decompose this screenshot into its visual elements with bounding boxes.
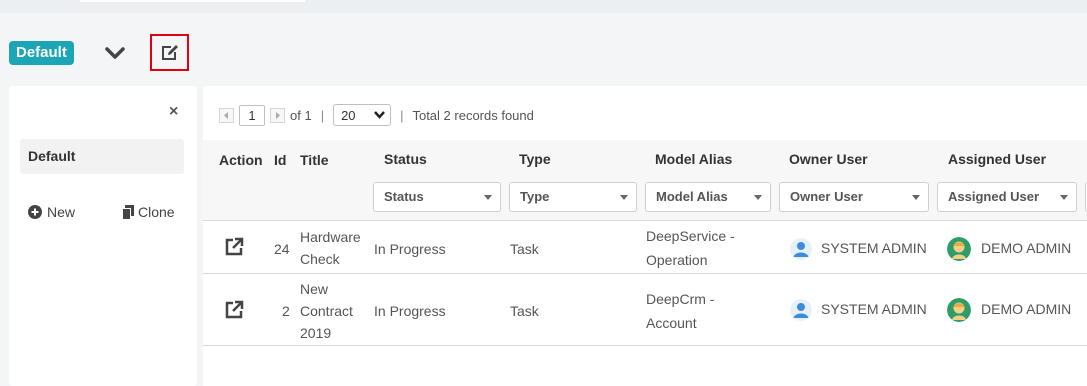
- clone-view-button[interactable]: Clone: [121, 204, 175, 220]
- cell-model-alias-line: DeepService -: [646, 228, 735, 244]
- cell-type: Task: [510, 303, 539, 319]
- grid-panel: 1 of 1 | 20 | Total 2 records found Acti…: [203, 86, 1087, 386]
- edit-icon: [161, 44, 178, 60]
- prev-page-button[interactable]: [219, 107, 234, 123]
- pager-separator: |: [320, 107, 325, 123]
- header-owner-user[interactable]: Owner User: [789, 151, 868, 167]
- sidebar-item-default[interactable]: Default: [20, 139, 184, 174]
- caret-down-icon: [912, 195, 920, 200]
- cell-id: 2: [282, 303, 290, 319]
- cell-type: Task: [510, 241, 539, 257]
- record-count: Total 2 records found: [412, 107, 534, 123]
- open-record-icon[interactable]: [224, 237, 244, 262]
- header-id[interactable]: Id: [274, 152, 286, 168]
- cell-status: In Progress: [374, 303, 446, 319]
- header-type[interactable]: Type: [519, 151, 551, 167]
- caret-right-icon: [276, 111, 280, 119]
- view-dropdown-chevron-icon[interactable]: [104, 44, 126, 62]
- cell-model-alias-line: Account: [646, 315, 697, 331]
- cell-owner: SYSTEM ADMIN: [821, 301, 927, 317]
- avatar: [790, 238, 812, 260]
- caret-down-icon: [484, 195, 492, 200]
- model-alias-filter[interactable]: Model Alias: [645, 182, 771, 212]
- assigned-user-filter[interactable]: Assigned User: [937, 182, 1077, 212]
- table-filter-row: Status Type Model Alias Owner User Assig…: [203, 177, 1087, 221]
- page-size-select[interactable]: 20: [333, 104, 392, 126]
- cell-status: In Progress: [374, 241, 446, 257]
- top-strip: [0, 0, 1087, 13]
- pager: 1 of 1 | 20 | Total 2 records found: [219, 104, 534, 126]
- model-alias-filter-label: Model Alias: [656, 189, 728, 204]
- caret-down-icon: [620, 195, 628, 200]
- header-assigned-user[interactable]: Assigned User: [948, 151, 1046, 167]
- status-filter-label: Status: [384, 189, 424, 204]
- cell-title-line: Check: [300, 251, 340, 267]
- cell-title-line: 2019: [300, 325, 332, 341]
- type-filter[interactable]: Type: [509, 182, 637, 212]
- table-row[interactable]: 24 Hardware Check In Progress Task DeepS…: [203, 222, 1087, 274]
- caret-left-icon: [224, 111, 228, 119]
- header-action: Action: [219, 152, 263, 168]
- open-record-icon[interactable]: [224, 300, 244, 325]
- page-count: of 1: [290, 107, 312, 123]
- status-filter[interactable]: Status: [373, 182, 501, 212]
- top-tab[interactable]: [80, 0, 305, 2]
- clone-view-label: Clone: [138, 204, 175, 220]
- header-status[interactable]: Status: [384, 151, 427, 167]
- avatar: [947, 237, 971, 261]
- table-header-row: Action Id Title Status Type Model Alias …: [203, 140, 1087, 177]
- owner-user-filter-label: Owner User: [790, 189, 863, 204]
- owner-user-filter[interactable]: Owner User: [779, 182, 929, 212]
- chevron-down-icon: [374, 111, 386, 119]
- new-view-button[interactable]: New: [28, 204, 75, 220]
- cell-owner: SYSTEM ADMIN: [821, 240, 927, 256]
- new-view-label: New: [47, 204, 76, 220]
- avatar: [947, 298, 971, 322]
- edit-view-button[interactable]: [150, 34, 189, 71]
- caret-down-icon: [754, 195, 762, 200]
- cell-title-line: Contract: [300, 303, 353, 319]
- avatar: [790, 299, 812, 321]
- table-row[interactable]: 2 New Contract 2019 In Progress Task Dee…: [203, 274, 1087, 346]
- current-view-badge[interactable]: Default: [9, 41, 74, 65]
- cell-assigned: DEMO ADMIN: [981, 240, 1072, 256]
- pager-separator: |: [400, 107, 404, 123]
- cell-assigned: DEMO ADMIN: [981, 301, 1072, 317]
- next-page-button[interactable]: [270, 107, 285, 123]
- views-sidebar: × Default New Clone: [9, 86, 197, 386]
- cell-model-alias-line: DeepCrm -: [646, 291, 715, 307]
- page-size-value: 20: [341, 107, 356, 123]
- header-model-alias[interactable]: Model Alias: [655, 151, 732, 167]
- cell-model-alias-line: Operation: [646, 252, 708, 268]
- header-title[interactable]: Title: [300, 152, 329, 168]
- plus-circle-icon: [28, 205, 42, 219]
- cell-title-line: Hardware: [300, 229, 361, 245]
- cell-id: 24: [274, 241, 290, 257]
- cell-title-line: New: [300, 281, 329, 297]
- assigned-user-filter-label: Assigned User: [948, 189, 1040, 204]
- close-sidebar-icon[interactable]: ×: [169, 104, 178, 120]
- page-number-input[interactable]: 1: [239, 104, 265, 126]
- type-filter-label: Type: [520, 189, 550, 204]
- copy-icon: [122, 204, 134, 220]
- caret-down-icon: [1060, 195, 1068, 200]
